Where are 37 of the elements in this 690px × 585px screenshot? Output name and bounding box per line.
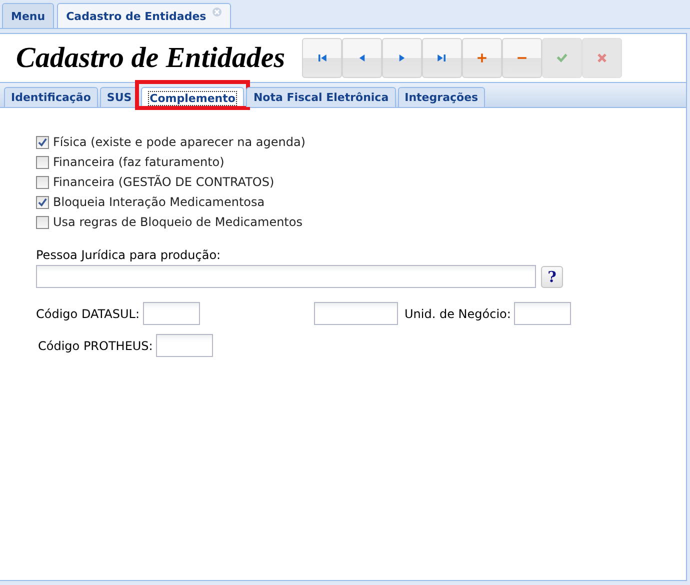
toolbar-button[interactable] [422, 38, 462, 78]
toolbar-button[interactable] [302, 38, 342, 78]
checkbox[interactable] [36, 176, 49, 188]
toolbar-button[interactable] [382, 38, 422, 78]
field-label: Código PROTHEUS: [38, 338, 153, 352]
field-label: Unid. de Negócio: [404, 306, 511, 320]
toolbar-button[interactable] [342, 38, 382, 78]
window-tab[interactable]: Menu [2, 3, 54, 28]
checkbox-label: Física (existe e pode aparecer na agenda) [53, 135, 306, 149]
checkbox[interactable] [36, 196, 49, 208]
close-icon [595, 51, 609, 65]
tab[interactable]: Complemento [140, 87, 244, 108]
checkbox[interactable] [36, 136, 49, 148]
checkbox-label: Financeira (faz faturamento) [53, 155, 224, 169]
checkbox-label: Financeira (GESTÃO DE CONTRATOS) [53, 175, 274, 189]
input-field[interactable] [314, 302, 398, 325]
tab[interactable]: Identificação [4, 87, 98, 107]
input-field[interactable] [156, 334, 213, 357]
close-icon[interactable] [212, 7, 222, 17]
input-field[interactable] [514, 302, 571, 325]
checkbox[interactable] [36, 216, 49, 228]
window-tab[interactable]: Cadastro de Entidades [57, 3, 232, 28]
toolbar-button[interactable] [462, 38, 502, 78]
plus-icon [475, 51, 489, 65]
field-label: Código DATASUL: [36, 306, 140, 320]
check-icon [555, 51, 569, 65]
input-field[interactable] [142, 302, 200, 325]
tab[interactable]: Integrações [398, 87, 486, 107]
input-field[interactable] [36, 265, 536, 288]
page-title: Cadastro de Entidades [16, 42, 286, 74]
toolbar-button[interactable] [502, 38, 542, 78]
help-button[interactable]: ? [541, 266, 563, 288]
checkbox-label: Usa regras de Bloqueio de Medicamentos [53, 215, 302, 229]
checkbox-label: Bloqueia Interação Medicamentosa [53, 195, 265, 209]
checkbox[interactable] [36, 156, 49, 168]
tab[interactable]: Nota Fiscal Eletrônica [246, 87, 396, 107]
field-label: Pessoa Jurídica para produção: [36, 248, 222, 262]
